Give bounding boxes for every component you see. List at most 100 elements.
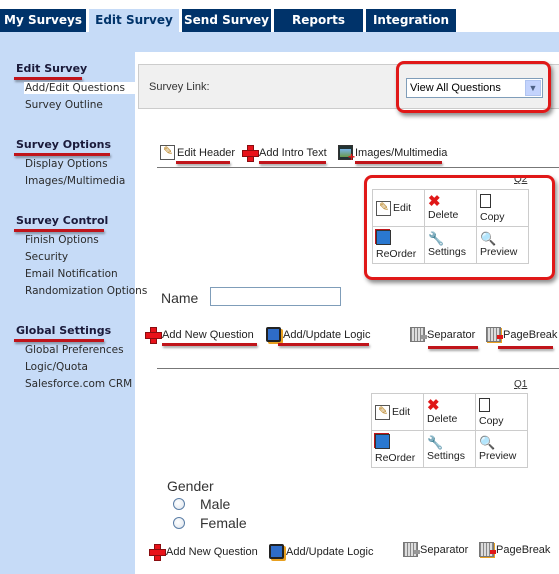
- question-label: Gender: [167, 478, 214, 494]
- edit-label: Edit: [393, 202, 412, 214]
- add-new-question-label: Add New Question: [166, 545, 258, 558]
- question-number[interactable]: Q1: [514, 379, 527, 390]
- add-new-question-button[interactable]: Add New Question: [145, 327, 254, 344]
- delete-label: Delete: [427, 413, 458, 425]
- settings-question-button[interactable]: 🔧 Settings: [424, 226, 477, 264]
- sidebar-item-security[interactable]: Security: [25, 251, 68, 263]
- logic-icon: [266, 327, 281, 342]
- tab-reports[interactable]: Reports: [274, 9, 363, 32]
- preview-question-button[interactable]: 🔍 Preview: [476, 226, 529, 264]
- reorder-label: ReOrder: [376, 248, 417, 260]
- separator-icon: [410, 327, 427, 342]
- annotation-underline: [259, 161, 326, 164]
- annotation-underline: [355, 161, 442, 164]
- delete-x-icon: ✖: [427, 397, 440, 414]
- sidebar-item-global-preferences[interactable]: Global Preferences: [25, 344, 124, 356]
- edit-label: Edit: [392, 406, 411, 418]
- sidebar-section-survey-control: Survey Control: [16, 214, 109, 227]
- name-input[interactable]: [210, 287, 341, 306]
- radio-female[interactable]: [173, 517, 185, 529]
- add-plus-icon: [242, 145, 259, 162]
- wrench-icon: 🔧: [428, 231, 445, 246]
- delete-label: Delete: [428, 209, 459, 221]
- header-divider: [157, 167, 559, 168]
- tab-integration[interactable]: Integration: [366, 9, 456, 32]
- page-break-label: PageBreak: [503, 328, 558, 341]
- tab-my-surveys[interactable]: My Surveys: [0, 9, 86, 32]
- radio-label-male: Male: [200, 496, 231, 512]
- separator-icon: [403, 542, 420, 557]
- preview-label: Preview: [480, 246, 518, 258]
- sidebar-item-logic-quota[interactable]: Logic/Quota: [25, 361, 88, 373]
- page-break-icon: [486, 327, 503, 342]
- separator-label: Separator: [420, 543, 469, 556]
- reorder-icon: [376, 230, 391, 245]
- edit-pad-icon: [376, 200, 391, 216]
- sidebar-item-survey-outline[interactable]: Survey Outline: [25, 99, 103, 111]
- edit-question-button[interactable]: Edit: [372, 189, 425, 227]
- chevron-down-icon[interactable]: ▼: [525, 80, 541, 96]
- add-update-logic-button[interactable]: Add/Update Logic: [266, 327, 370, 342]
- annotation-underline: [428, 346, 478, 349]
- separator-label: Separator: [427, 328, 476, 341]
- survey-link-label: Survey Link:: [149, 81, 210, 93]
- separator-button[interactable]: Separator: [410, 327, 475, 342]
- copy-icon: [479, 397, 490, 412]
- reorder-question-button[interactable]: ReOrder: [371, 430, 424, 468]
- settings-question-button[interactable]: 🔧 Settings: [423, 430, 476, 468]
- annotation-underline: [14, 77, 82, 80]
- add-plus-icon: [149, 544, 166, 561]
- separator-button[interactable]: Separator: [403, 542, 468, 557]
- question-divider: [157, 368, 559, 369]
- add-intro-text-label: Add Intro Text: [259, 146, 327, 159]
- annotation-underline: [176, 161, 230, 164]
- reorder-icon: [375, 434, 390, 449]
- sidebar-item-randomization-options[interactable]: Randomization Options: [25, 285, 147, 297]
- copy-label: Copy: [480, 210, 505, 223]
- add-new-question-button[interactable]: Add New Question: [149, 544, 258, 561]
- radio-label-female: Female: [200, 515, 247, 531]
- add-intro-text-button[interactable]: Add Intro Text: [242, 145, 327, 162]
- page-break-icon: [479, 542, 496, 557]
- radio-male[interactable]: [173, 498, 185, 510]
- page-break-button[interactable]: PageBreak: [479, 542, 550, 557]
- sidebar-item-finish-options[interactable]: Finish Options: [25, 234, 99, 246]
- tab-send-survey[interactable]: Send Survey: [182, 9, 271, 32]
- sidebar-item-add-edit-questions[interactable]: Add/Edit Questions: [24, 82, 135, 94]
- preview-icon: 🔍: [479, 435, 496, 450]
- delete-question-button[interactable]: ✖ Delete: [423, 393, 476, 431]
- add-plus-icon: [145, 327, 162, 344]
- preview-icon: 🔍: [480, 231, 497, 246]
- sidebar-item-salesforce-crm[interactable]: Salesforce.com CRM: [25, 378, 132, 390]
- survey-link-bar: Survey Link: View All Questions ▼: [138, 64, 559, 109]
- tab-edit-survey[interactable]: Edit Survey: [89, 9, 179, 32]
- preview-question-button[interactable]: 🔍 Preview: [475, 430, 528, 468]
- sidebar-section-survey-options: Survey Options: [16, 138, 111, 151]
- sidebar-item-images-multimedia[interactable]: Images/Multimedia: [25, 175, 125, 187]
- sidebar: Edit Survey Add/Edit Questions Survey Ou…: [0, 52, 147, 574]
- add-update-logic-button[interactable]: Add/Update Logic: [269, 544, 373, 559]
- add-new-question-label: Add New Question: [162, 328, 254, 341]
- edit-pad-icon: [160, 144, 175, 160]
- annotation-underline: [14, 153, 110, 156]
- images-multimedia-button[interactable]: Images/Multimedia: [338, 145, 447, 164]
- edit-pad-icon: [375, 404, 390, 420]
- edit-question-button[interactable]: Edit: [371, 393, 424, 431]
- copy-question-button[interactable]: Copy: [476, 189, 529, 227]
- copy-question-button[interactable]: Copy: [475, 393, 528, 431]
- copy-icon: [480, 193, 491, 208]
- sidebar-item-display-options[interactable]: Display Options: [25, 158, 108, 170]
- edit-header-button[interactable]: Edit Header: [160, 144, 235, 160]
- delete-question-button[interactable]: ✖ Delete: [424, 189, 477, 227]
- question-actions-q1: Edit ✖Delete Copy ReOrder 🔧Settings 🔍Pre…: [371, 393, 528, 468]
- reorder-question-button[interactable]: ReOrder: [372, 226, 425, 264]
- logic-icon: [269, 544, 284, 559]
- settings-label: Settings: [427, 450, 465, 462]
- add-update-logic-label: Add/Update Logic: [283, 328, 371, 341]
- sidebar-section-global-settings: Global Settings: [16, 324, 112, 337]
- select-value: View All Questions: [410, 82, 501, 94]
- sidebar-item-email-notification[interactable]: Email Notification: [25, 268, 118, 280]
- question-number[interactable]: Q2: [514, 174, 527, 185]
- view-questions-select[interactable]: View All Questions ▼: [406, 78, 543, 98]
- page-break-button[interactable]: PageBreak: [486, 327, 557, 342]
